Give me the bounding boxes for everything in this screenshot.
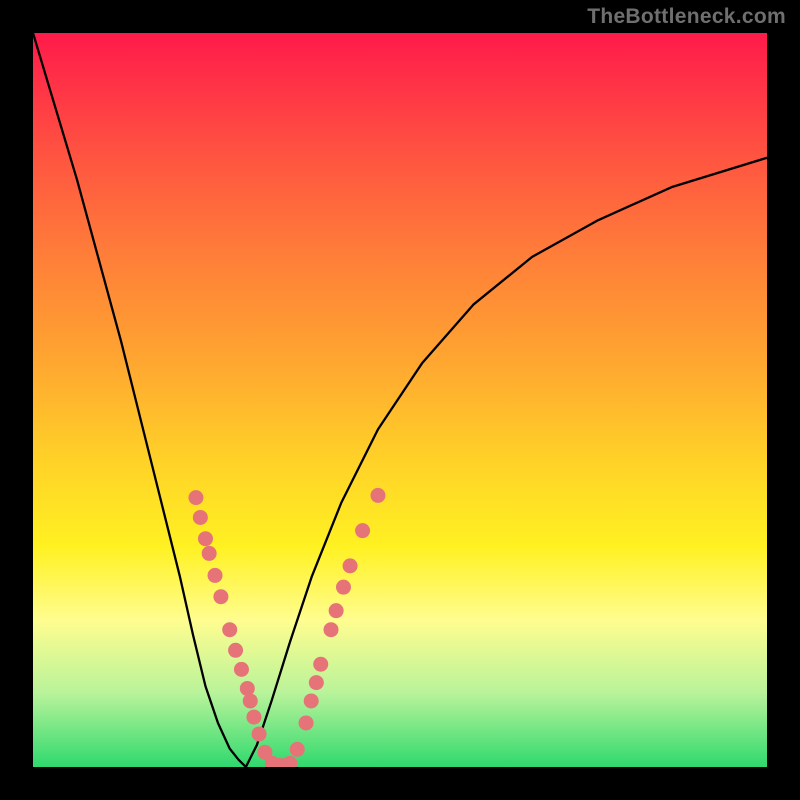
bottleneck-curve (33, 33, 767, 767)
watermark-text: TheBottleneck.com (587, 6, 786, 27)
data-point (370, 488, 385, 503)
data-point (282, 756, 297, 767)
data-point (299, 715, 314, 730)
data-point (343, 558, 358, 573)
chart-frame: TheBottleneck.com (0, 0, 800, 800)
data-point (208, 568, 223, 583)
curve-right-branch (246, 158, 767, 767)
data-point (313, 657, 328, 672)
data-point (198, 531, 213, 546)
data-point (290, 742, 305, 757)
data-point (193, 510, 208, 525)
data-point (202, 546, 217, 561)
data-point (213, 589, 228, 604)
data-point (222, 622, 237, 637)
data-point (240, 681, 255, 696)
data-point (188, 490, 203, 505)
data-point (309, 675, 324, 690)
data-point (336, 580, 351, 595)
data-point (304, 693, 319, 708)
data-point (252, 726, 267, 741)
plot-area (33, 33, 767, 767)
data-point (355, 523, 370, 538)
curve-left-branch (33, 33, 246, 767)
data-point (234, 662, 249, 677)
data-point (228, 643, 243, 658)
data-point (324, 622, 339, 637)
data-point (329, 603, 344, 618)
data-point (243, 693, 258, 708)
data-point (246, 710, 261, 725)
